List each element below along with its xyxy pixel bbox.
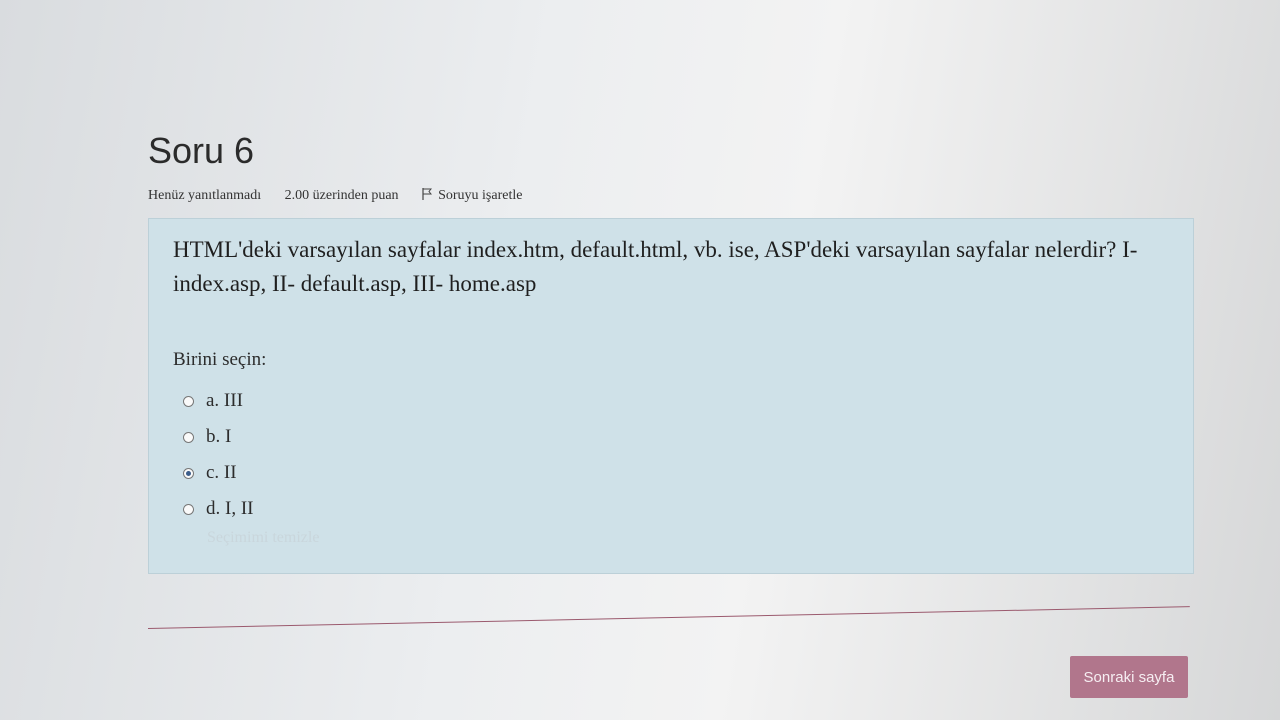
- question-box: HTML'deki varsayılan sayfalar index.htm,…: [148, 218, 1194, 574]
- clear-selection-link[interactable]: Seçimimi temizle: [207, 529, 319, 547]
- answer-option-a[interactable]: a. III: [183, 383, 253, 419]
- section-divider: [147, 606, 1190, 629]
- radio-a[interactable]: [183, 395, 194, 407]
- answer-label-d: d. I, II: [206, 498, 254, 519]
- next-page-button[interactable]: Sonraki sayfa: [1070, 656, 1188, 698]
- answer-list: a. III b. I c. II d. I, II: [183, 383, 253, 527]
- question-meta: Henüz yanıtlanmadı 2.00 üzerinden puan S…: [148, 188, 562, 204]
- answer-label-a: a. III: [206, 390, 243, 411]
- flag-question-link[interactable]: Soruyu işaretle: [422, 188, 542, 203]
- quiz-screen: Soru 6 Henüz yanıtlanmadı 2.00 üzerinden…: [0, 0, 1280, 720]
- answer-label-c: c. II: [206, 462, 237, 483]
- points-label: 2.00 üzerinden puan: [284, 188, 399, 203]
- answer-label-b: b. I: [206, 426, 232, 447]
- answer-option-b[interactable]: b. I: [183, 419, 253, 455]
- radio-c[interactable]: [183, 467, 194, 479]
- answer-option-d[interactable]: d. I, II: [183, 491, 253, 527]
- answer-status: Henüz yanıtlanmadı: [148, 188, 262, 203]
- question-text: HTML'deki varsayılan sayfalar index.htm,…: [173, 237, 1138, 296]
- radio-b[interactable]: [183, 431, 194, 443]
- question-title: Soru 6: [148, 130, 255, 171]
- flag-icon: [422, 188, 433, 200]
- flag-label: Soruyu işaretle: [438, 188, 523, 203]
- choose-one-prompt: Birini seçin:: [173, 349, 267, 370]
- answer-option-c[interactable]: c. II: [183, 455, 253, 491]
- radio-d[interactable]: [183, 503, 194, 515]
